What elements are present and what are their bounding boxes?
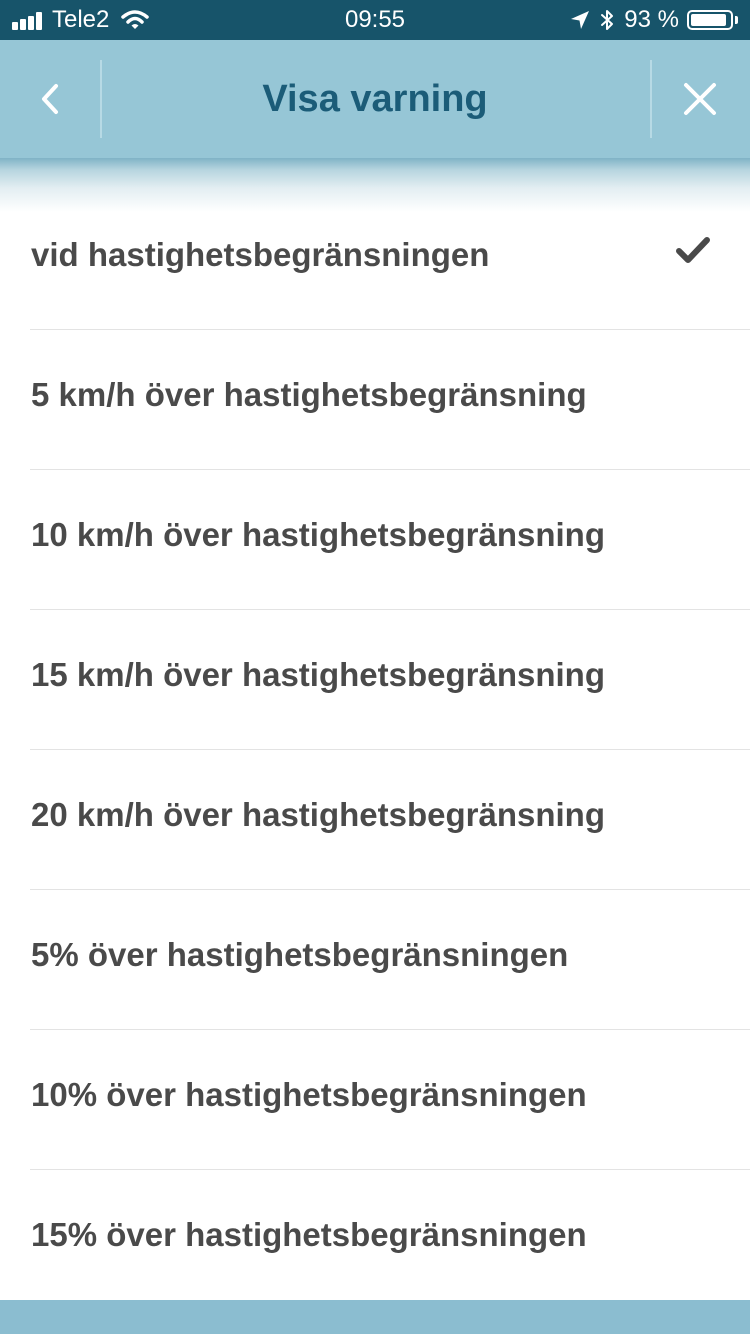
option-item[interactable]: 15% över hastighetsbegränsningen [0, 1170, 750, 1310]
option-label: 5 km/h över hastighetsbegränsning [31, 376, 587, 413]
option-item[interactable]: vid hastighetsbegränsningen [0, 190, 750, 330]
navigation-bar: Visa varning [0, 40, 750, 158]
location-arrow-icon [571, 11, 590, 29]
close-icon [684, 83, 716, 115]
warning-options-list: vid hastighetsbegränsningen 5 km/h över h… [0, 190, 750, 1310]
close-button[interactable] [650, 40, 750, 158]
bottom-bar [0, 1300, 750, 1334]
option-item[interactable]: 10% över hastighetsbegränsningen [0, 1030, 750, 1170]
bluetooth-icon [601, 10, 614, 30]
option-label: 10% över hastighetsbegränsningen [31, 1076, 587, 1113]
status-bar-right: 93 % [570, 0, 738, 40]
status-bar: Tele2 09:55 93 % [0, 0, 750, 40]
battery-level-fill [691, 14, 727, 26]
option-label: 20 km/h över hastighetsbegränsning [31, 796, 605, 833]
option-item[interactable]: 10 km/h över hastighetsbegränsning [0, 470, 750, 610]
option-item[interactable]: 15 km/h över hastighetsbegränsning [0, 610, 750, 750]
page-title: Visa varning [262, 78, 488, 120]
option-label: 5% över hastighetsbegränsningen [31, 936, 569, 973]
option-item[interactable]: 20 km/h över hastighetsbegränsning [0, 750, 750, 890]
chevron-left-icon [42, 84, 58, 114]
checkmark-icon [676, 237, 710, 263]
option-item[interactable]: 5 km/h över hastighetsbegränsning [0, 330, 750, 470]
option-label: 10 km/h över hastighetsbegränsning [31, 516, 605, 553]
option-item[interactable]: 5% över hastighetsbegränsningen [0, 890, 750, 1030]
option-label: vid hastighetsbegränsningen [31, 236, 490, 273]
battery-icon [687, 10, 733, 30]
battery-percentage: 93 % [624, 6, 679, 33]
option-label: 15% över hastighetsbegränsningen [31, 1216, 587, 1253]
option-label: 15 km/h över hastighetsbegränsning [31, 656, 605, 693]
back-button[interactable] [0, 40, 100, 158]
battery-cap [735, 16, 738, 24]
